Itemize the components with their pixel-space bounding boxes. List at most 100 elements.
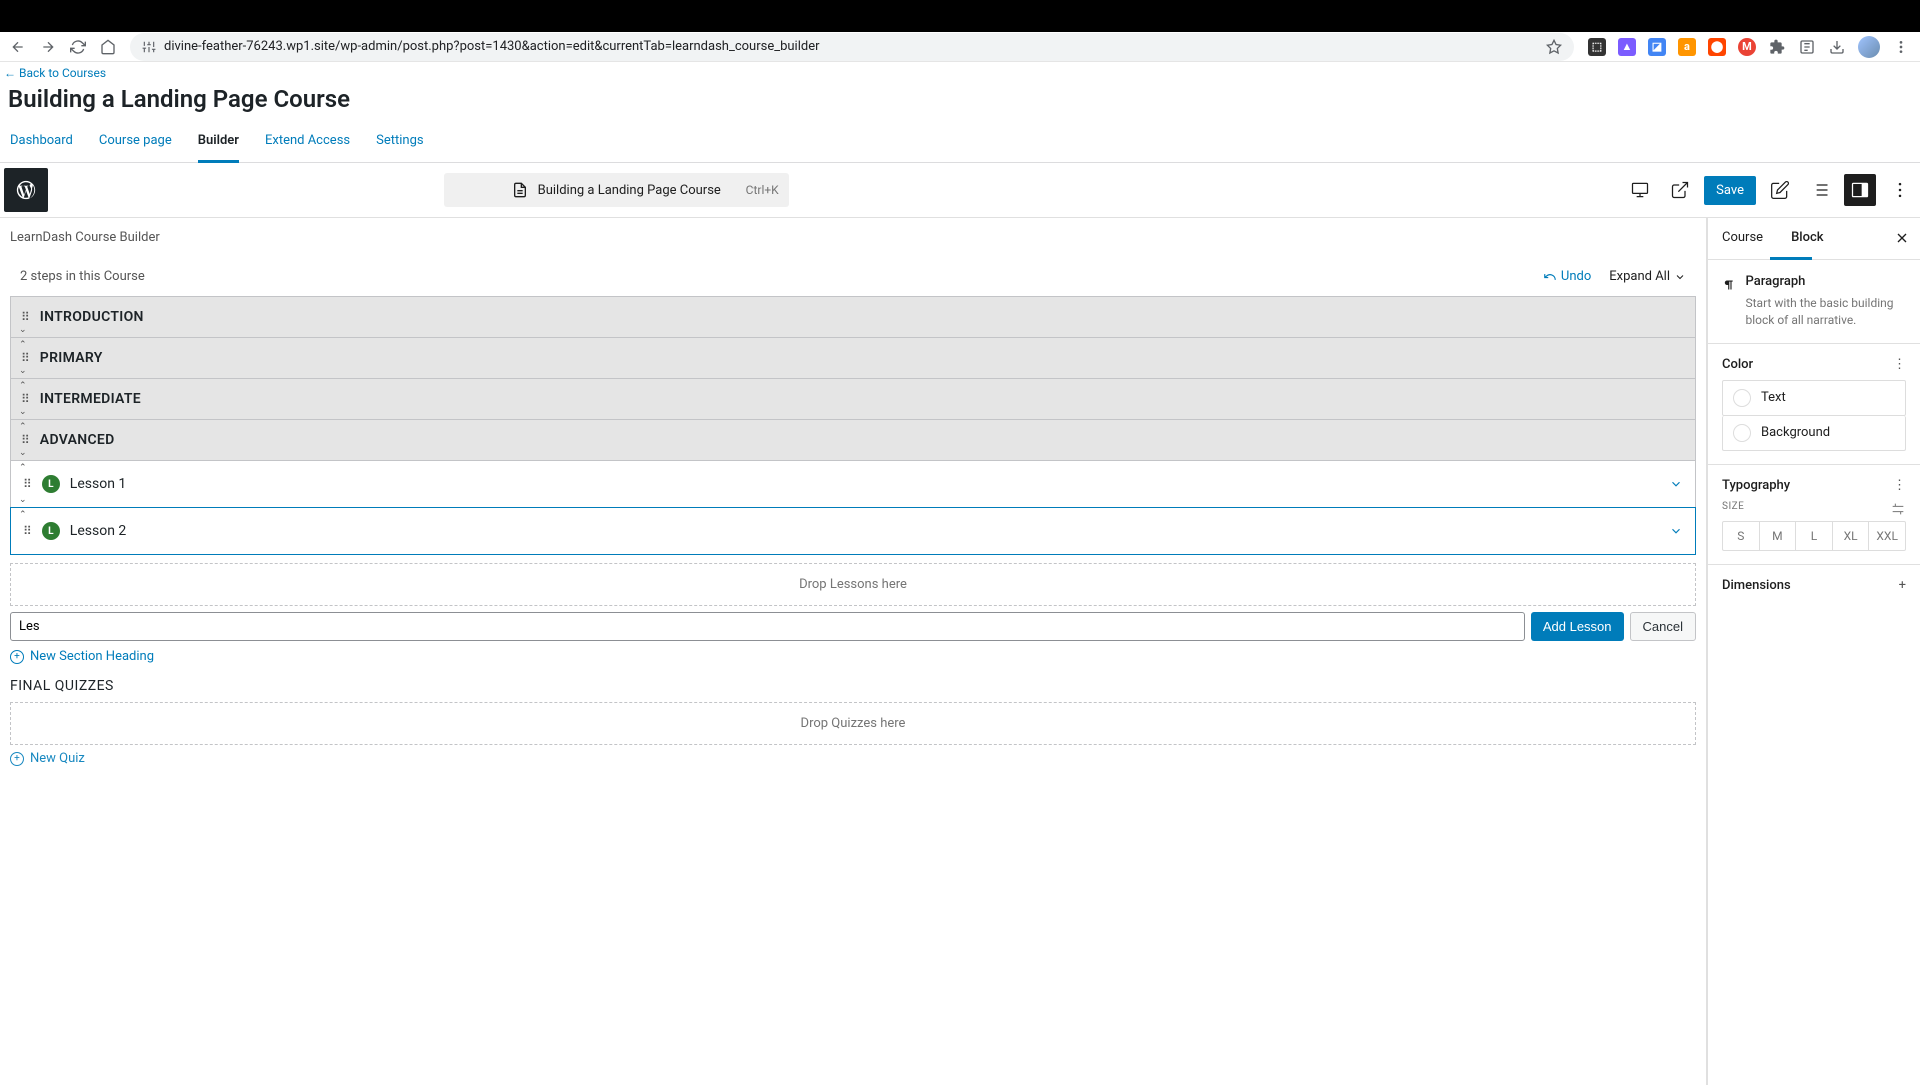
expand-all-button[interactable]: Expand All [1609, 269, 1686, 284]
list-view-icon[interactable] [1804, 174, 1836, 206]
move-down-icon[interactable]: ⌄ [19, 495, 27, 505]
section-heading[interactable]: ⌃ ⠿ PRIMARY ⌄ [10, 337, 1696, 379]
section-title: INTERMEDIATE [40, 391, 141, 407]
more-options-icon[interactable]: ⋮ [1893, 478, 1906, 493]
browser-url-text: divine-feather-76243.wp1.site/wp-admin/p… [164, 39, 820, 54]
section-title: PRIMARY [40, 350, 103, 366]
move-up-icon[interactable]: ⌃ [19, 381, 27, 391]
move-down-icon[interactable]: ⌄ [19, 366, 27, 376]
drag-handle-icon[interactable]: ⠿ [21, 433, 30, 447]
close-sidebar-icon[interactable] [1884, 218, 1920, 259]
browser-profile-avatar[interactable] [1858, 36, 1880, 58]
reading-list-icon[interactable] [1798, 38, 1816, 56]
move-down-icon[interactable]: ⌄ [19, 325, 27, 335]
browser-menu-icon[interactable] [1892, 38, 1910, 56]
move-up-icon[interactable]: ⌃ [19, 340, 27, 350]
back-to-courses-link[interactable]: ← Back to Courses [4, 66, 106, 80]
extension-icon[interactable]: ◪ [1648, 38, 1666, 56]
section-title: ADVANCED [40, 432, 115, 448]
lesson-item[interactable]: ⌃ ⠿ L Lesson 1 ⌄ [10, 460, 1696, 508]
tab-builder[interactable]: Builder [198, 123, 239, 162]
wordpress-logo[interactable] [4, 168, 48, 212]
drop-lessons-zone[interactable]: Drop Lessons here [10, 563, 1696, 606]
side-tab-block[interactable]: Block [1777, 218, 1837, 259]
tab-dashboard[interactable]: Dashboard [10, 123, 73, 162]
extension-icon[interactable]: M [1738, 38, 1756, 56]
browser-url-bar[interactable]: divine-feather-76243.wp1.site/wp-admin/p… [130, 33, 1574, 61]
drag-handle-icon[interactable]: ⠿ [21, 392, 30, 406]
extensions-puzzle-icon[interactable] [1768, 38, 1786, 56]
extension-icon[interactable]: ⬤ [1708, 38, 1726, 56]
editor-toolbar: Building a Landing Page Course Ctrl+K Sa… [0, 163, 1920, 218]
view-desktop-icon[interactable] [1624, 174, 1656, 206]
drop-quizzes-zone[interactable]: Drop Quizzes here [10, 702, 1696, 745]
more-options-icon[interactable]: ⋮ [1893, 357, 1906, 372]
course-tabs: Dashboard Course page Builder Extend Acc… [0, 123, 1920, 163]
browser-reload-icon[interactable] [70, 39, 86, 55]
size-xl-button[interactable]: XL [1833, 522, 1870, 550]
open-external-icon[interactable] [1664, 174, 1696, 206]
builder-label: LearnDash Course Builder [10, 228, 1696, 251]
downloads-icon[interactable] [1828, 38, 1846, 56]
chevron-down-icon[interactable] [1669, 524, 1683, 538]
add-lesson-button[interactable]: Add Lesson [1531, 612, 1624, 641]
section-heading[interactable]: ⌃ ⠿ ADVANCED ⌄ [10, 419, 1696, 461]
steps-count-text: 2 steps in this Course [20, 269, 145, 284]
color-swatch-icon [1733, 389, 1751, 407]
drag-handle-icon[interactable]: ⠿ [23, 524, 32, 538]
section-heading[interactable]: ⠿ INTRODUCTION ⌄ [10, 296, 1696, 338]
custom-size-icon[interactable] [1890, 501, 1906, 517]
text-color-button[interactable]: Text [1722, 380, 1906, 416]
drag-handle-icon[interactable]: ⠿ [23, 477, 32, 491]
tab-settings[interactable]: Settings [376, 123, 423, 162]
block-description: Start with the basic building block of a… [1745, 295, 1906, 329]
extension-icon[interactable]: ▲ [1618, 38, 1636, 56]
dimensions-panel-title: Dimensions [1722, 578, 1791, 593]
drag-handle-icon[interactable]: ⠿ [21, 351, 30, 365]
add-dimension-icon[interactable]: + [1899, 578, 1906, 593]
browser-back-icon[interactable] [10, 39, 26, 55]
move-down-icon[interactable]: ⌄ [19, 407, 27, 417]
plus-circle-icon: + [10, 650, 24, 664]
undo-button[interactable]: Undo [1543, 269, 1591, 284]
settings-panel-icon[interactable] [1844, 174, 1876, 206]
side-tab-course[interactable]: Course [1708, 218, 1777, 259]
lesson-item[interactable]: ⌃ ⠿ L Lesson 2 [10, 507, 1696, 555]
new-section-heading-button[interactable]: + New Section Heading [10, 649, 1696, 664]
drag-handle-icon[interactable]: ⠿ [21, 310, 30, 324]
plus-circle-icon: + [10, 752, 24, 766]
more-options-icon[interactable] [1884, 174, 1916, 206]
size-m-button[interactable]: M [1760, 522, 1797, 550]
browser-forward-icon[interactable] [40, 39, 56, 55]
move-down-icon[interactable]: ⌄ [19, 448, 27, 458]
extension-icon[interactable]: ⬚ [1588, 38, 1606, 56]
document-icon [512, 182, 528, 198]
command-palette[interactable]: Building a Landing Page Course Ctrl+K [444, 173, 789, 207]
size-s-button[interactable]: S [1723, 522, 1760, 550]
chevron-down-icon[interactable] [1669, 477, 1683, 491]
size-l-button[interactable]: L [1796, 522, 1833, 550]
new-quiz-button[interactable]: + New Quiz [10, 751, 1696, 766]
block-name: Paragraph [1745, 274, 1906, 289]
extension-icon[interactable]: a [1678, 38, 1696, 56]
cancel-button[interactable]: Cancel [1630, 612, 1696, 641]
size-xxl-button[interactable]: XXL [1869, 522, 1905, 550]
browser-toolbar: divine-feather-76243.wp1.site/wp-admin/p… [0, 32, 1920, 62]
new-lesson-input[interactable] [10, 612, 1525, 641]
move-up-icon[interactable]: ⌃ [19, 510, 27, 520]
inspector-sidebar: Course Block Paragraph Start with the ba… [1707, 218, 1920, 1085]
edit-icon[interactable] [1764, 174, 1796, 206]
save-button[interactable]: Save [1704, 176, 1756, 205]
tab-extend-access[interactable]: Extend Access [265, 123, 350, 162]
browser-home-icon[interactable] [100, 39, 116, 55]
section-heading[interactable]: ⌃ ⠿ INTERMEDIATE ⌄ [10, 378, 1696, 420]
star-icon[interactable] [1546, 39, 1562, 55]
move-up-icon[interactable]: ⌃ [19, 463, 27, 473]
background-color-button[interactable]: Background [1722, 416, 1906, 451]
lesson-badge-icon: L [42, 475, 60, 493]
size-button-group: S M L XL XXL [1722, 521, 1906, 551]
paragraph-icon [1722, 274, 1735, 296]
move-up-icon[interactable]: ⌃ [19, 422, 27, 432]
tab-course-page[interactable]: Course page [99, 123, 172, 162]
typography-panel-title: Typography [1722, 478, 1790, 493]
